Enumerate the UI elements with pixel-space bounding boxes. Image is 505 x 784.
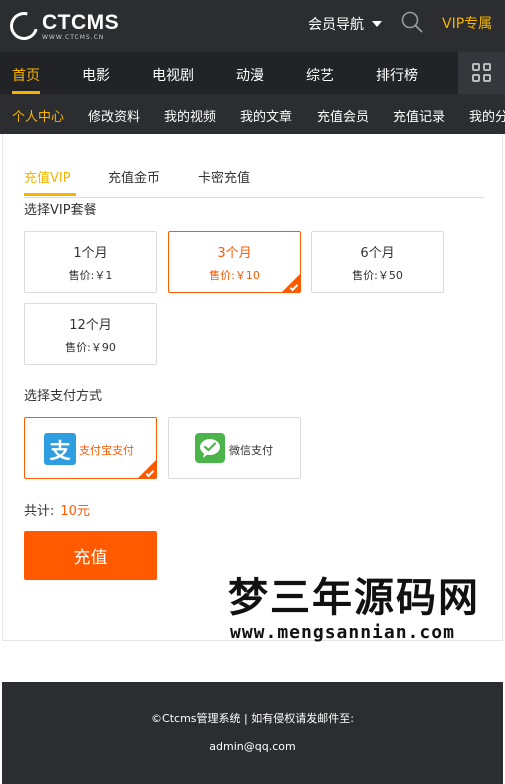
footer-email[interactable]: admin@qq.com	[2, 740, 503, 753]
user-sub-nav: 个人中心 修改资料 我的视频 我的文章 充值会员 充值记录 我的分	[0, 94, 505, 134]
subnav-item-my-points[interactable]: 我的分	[469, 106, 505, 125]
tab-recharge-coins[interactable]: 充值金币	[108, 167, 160, 186]
subnav-item-edit-profile[interactable]: 修改资料	[88, 106, 140, 125]
wechat-icon	[195, 433, 225, 463]
subnav-item-recharge-member[interactable]: 充值会员	[317, 106, 369, 125]
member-nav-label: 会员导航	[308, 17, 364, 33]
nav-item-ranking[interactable]: 排行榜	[376, 65, 418, 85]
total-label: 共计:	[24, 504, 55, 519]
site-footer: ©Ctcms管理系统 | 如有侵权请发邮件至: admin@qq.com	[2, 682, 503, 784]
search-icon[interactable]	[401, 11, 423, 33]
total-amount: 共计: 10元	[24, 500, 90, 519]
grid-menu-button[interactable]	[458, 52, 505, 94]
alipay-icon: 支	[44, 433, 76, 465]
vip-plan-label: 选择VIP套餐	[24, 203, 97, 218]
site-logo[interactable]: CTCMS WWW.CTCMS.CN	[4, 6, 120, 46]
footer-copyright: ©Ctcms管理系统 | 如有侵权请发邮件至:	[151, 712, 354, 725]
payment-method-label: 选择支付方式	[24, 389, 103, 404]
tab-card-recharge[interactable]: 卡密充值	[198, 167, 250, 186]
recharge-submit-button[interactable]: 充值	[24, 531, 157, 580]
subnav-item-recharge-record[interactable]: 充值记录	[393, 106, 445, 125]
nav-item-anime[interactable]: 动漫	[236, 65, 264, 85]
grid-icon	[472, 63, 480, 71]
vip-option-1-month[interactable]: 1个月 售价:￥1	[24, 231, 157, 293]
total-value: 10元	[60, 504, 90, 519]
nav-item-tv[interactable]: 电视剧	[152, 65, 194, 85]
tab-divider	[24, 197, 484, 198]
subnav-item-user-center[interactable]: 个人中心	[12, 106, 64, 125]
subnav-item-my-videos[interactable]: 我的视频	[164, 106, 216, 125]
watermark-url: www.mengsannian.com	[230, 622, 455, 643]
caret-down-icon	[372, 21, 382, 27]
nav-item-home[interactable]: 首页	[12, 65, 40, 85]
vip-link[interactable]: VIP专属	[442, 13, 492, 33]
member-nav-dropdown[interactable]: 会员导航	[308, 14, 382, 34]
tab-recharge-vip[interactable]: 充值VIP	[24, 167, 71, 186]
nav-item-variety[interactable]: 综艺	[306, 65, 334, 85]
top-header: CTCMS WWW.CTCMS.CN 会员导航 VIP专属	[0, 0, 505, 52]
nav-item-movies[interactable]: 电影	[82, 65, 110, 85]
pay-option-wechat[interactable]: 微信支付	[168, 417, 301, 479]
logo-icon	[4, 6, 44, 46]
vip-option-12-months[interactable]: 12个月 售价:￥90	[24, 303, 157, 365]
vip-option-3-months[interactable]: 3个月 售价:￥10	[168, 231, 301, 293]
pay-option-alipay[interactable]: 支 支付宝支付	[24, 417, 157, 479]
recharge-panel: 充值VIP 充值金币 卡密充值 选择VIP套餐 1个月 售价:￥1 3个月 售价…	[2, 134, 503, 641]
logo-text: CTCMS	[42, 10, 120, 34]
vip-option-6-months[interactable]: 6个月 售价:￥50	[311, 231, 444, 293]
main-nav: 首页 电影 电视剧 动漫 综艺 排行榜	[0, 52, 505, 94]
watermark-title: 梦三年源码网	[228, 574, 480, 621]
subnav-item-my-articles[interactable]: 我的文章	[240, 106, 292, 125]
tab-active-indicator	[24, 193, 76, 196]
logo-subtext: WWW.CTCMS.CN	[42, 33, 105, 41]
